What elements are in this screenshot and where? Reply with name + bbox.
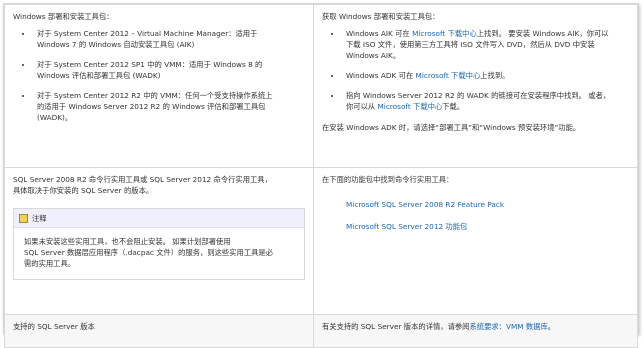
text: 上找到。	[480, 71, 510, 80]
list-item-line: Windows AIK 可在 Microsoft 下载中心上找到。 要安装 Wi…	[346, 28, 629, 39]
system-requirements-link[interactable]: 系统要求：VMM 数据库	[469, 322, 547, 331]
list-item-line: 对于 System Center 2012 – Virtual Machine …	[37, 29, 258, 38]
download-center-link[interactable]: Microsoft 下载中心	[412, 29, 477, 38]
list-item-line: Windows ADK 可在 Microsoft 下载中心上找到。	[346, 70, 629, 81]
list-item-line: Windows AIK。	[346, 51, 401, 60]
feature-pack-cell: 在下面的功能包中找到命令行实用工具： Microsoft SQL Server …	[313, 167, 638, 315]
table-row: Windows 部署和安装工具包： 对于 System Center 2012 …	[4, 4, 638, 168]
sql-utilities-cell: SQL Server 2008 R2 命令行实用工具或 SQL Server 2…	[4, 167, 314, 315]
cell-text-line: 具体取决于你安装的 SQL Server 的版本。	[13, 186, 154, 195]
text: Windows ADK 可在	[346, 71, 416, 80]
list-item-line: 的适用于 Windows Server 2012 R2 的 Windows 评估…	[37, 102, 266, 111]
note-icon	[19, 213, 28, 223]
download-center-link[interactable]: Microsoft 下载中心	[416, 71, 481, 80]
sql-2008-feature-pack-link[interactable]: Microsoft SQL Server 2008 R2 Feature Pac…	[346, 199, 629, 210]
cell-heading: 获取 Windows 部署和安装工具包：	[322, 12, 440, 21]
note-header: 注释	[14, 209, 304, 228]
list-item-line: 对于 System Center 2012 SP1 中的 VMM：适用于 Win…	[37, 60, 263, 69]
table-row: SQL Server 2008 R2 命令行实用工具或 SQL Server 2…	[4, 167, 638, 315]
list-item-line: 对于 System Center 2012 R2 中的 VMM：任何一个受支持操…	[37, 91, 273, 100]
note-line: 需的实用工具。	[24, 259, 76, 268]
list-item-line: (WADK)。	[37, 113, 73, 122]
text: 下载。	[442, 102, 465, 111]
sql-details-cell: 有关支持的 SQL Server 版本的详情，请参阅系统要求：VMM 数据库。	[313, 314, 638, 348]
list-item-line: Windows 7 的 Windows 自动安装工具包 (AIK)	[37, 40, 195, 49]
requirements-table: Windows 部署和安装工具包： 对于 System Center 2012 …	[4, 4, 638, 348]
get-toolkit-list: Windows AIK 可在 Microsoft 下载中心上找到。 要安装 Wi…	[322, 28, 629, 112]
toolkit-list: 对于 System Center 2012 – Virtual Machine …	[13, 28, 305, 123]
supported-sql-cell: 支持的 SQL Server 版本	[4, 314, 314, 348]
table-row: 支持的 SQL Server 版本 有关支持的 SQL Server 版本的详情…	[4, 314, 638, 348]
text: Windows AIK 可在	[346, 29, 413, 38]
list-item-line: 指向 Windows Server 2012 R2 的 WADK 的链接可在安装…	[346, 91, 611, 100]
screenshot-frame: Windows 部署和安装工具包： 对于 System Center 2012 …	[3, 3, 639, 348]
note-title: 注释	[32, 213, 47, 223]
note-box: 注释 如果未安装这些实用工具，也不会阻止安装。 如果计划部署使用 SQL Ser…	[13, 208, 305, 280]
cell-text-line: SQL Server 2008 R2 命令行实用工具或 SQL Server 2…	[13, 175, 272, 184]
list-item: 对于 System Center 2012 – Virtual Machine …	[33, 28, 305, 50]
list-item: 指向 Windows Server 2012 R2 的 WADK 的链接可在安装…	[342, 90, 629, 112]
download-center-link[interactable]: Microsoft 下载中心	[378, 102, 443, 111]
note-line: 如果未安装这些实用工具，也不会阻止安装。 如果计划部署使用	[24, 237, 231, 246]
list-item-line: Windows 评估和部署工具包 (WADK)	[37, 71, 161, 80]
text: 。	[547, 322, 556, 331]
list-item-line: 下载 ISO 文件，使用第三方工具将 ISO 文件写入 DVD，然后从 DVD …	[346, 40, 595, 49]
list-item: 对于 System Center 2012 R2 中的 VMM：任何一个受支持操…	[33, 90, 305, 123]
cell-heading: 在下面的功能包中找到命令行实用工具：	[322, 175, 454, 184]
deployment-toolkit-cell: Windows 部署和安装工具包： 对于 System Center 2012 …	[4, 4, 314, 168]
sql-2012-feature-pack-link[interactable]: Microsoft SQL Server 2012 功能包	[346, 221, 629, 232]
list-item-line: 你可以从 Microsoft 下载中心下载。	[346, 101, 629, 112]
text: 上找到。 要安装 Windows AIK，你可以	[476, 29, 609, 38]
text: 你可以从	[346, 102, 378, 111]
get-toolkit-cell: 获取 Windows 部署和安装工具包： Windows AIK 可在 Micr…	[313, 4, 638, 168]
note-line: SQL Server 数据层应用程序（.dacpac 文件）的服务，则这些实用工…	[24, 248, 274, 257]
feature-pack-links: Microsoft SQL Server 2008 R2 Feature Pac…	[322, 199, 629, 232]
list-item: Windows AIK 可在 Microsoft 下载中心上找到。 要安装 Wi…	[342, 28, 629, 61]
list-item: Windows ADK 可在 Microsoft 下载中心上找到。	[342, 70, 629, 81]
list-item: 对于 System Center 2012 SP1 中的 VMM：适用于 Win…	[33, 59, 305, 81]
note-body: 如果未安装这些实用工具，也不会阻止安装。 如果计划部署使用 SQL Server…	[14, 228, 304, 279]
cell-heading: Windows 部署和安装工具包：	[13, 12, 114, 21]
adk-footer-note: 在安装 Windows ADK 时，请选择“部署工具”和“Windows 预安装…	[322, 123, 581, 132]
text: 有关支持的 SQL Server 版本的详情，请参阅	[322, 322, 470, 331]
